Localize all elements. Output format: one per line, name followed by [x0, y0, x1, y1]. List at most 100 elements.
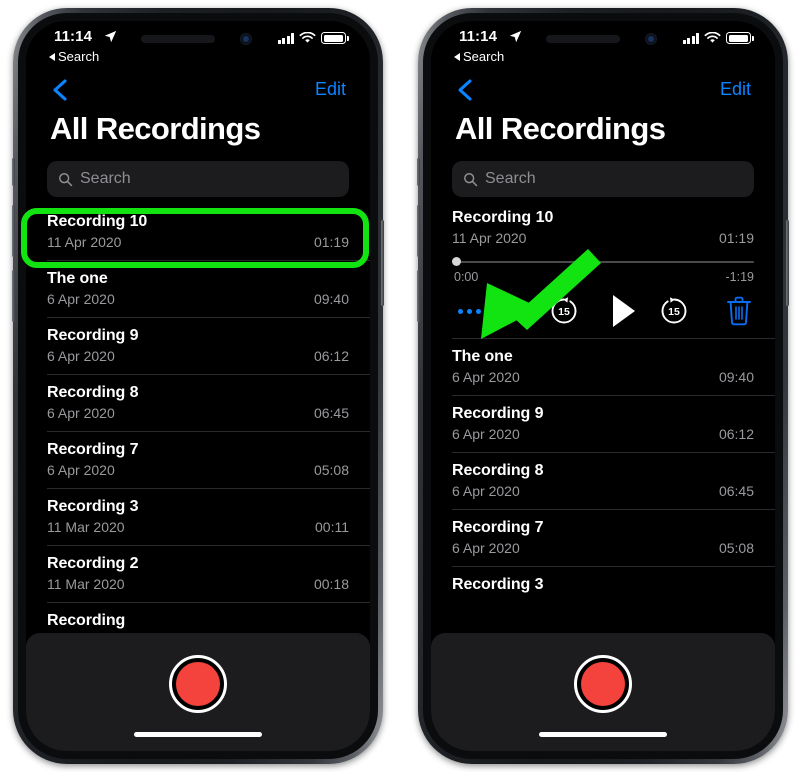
power-button[interactable] — [786, 220, 789, 306]
home-indicator[interactable] — [134, 732, 262, 737]
home-indicator[interactable] — [539, 732, 667, 737]
recording-date: 6 Apr 2020 — [452, 540, 520, 556]
recording-name: The one — [47, 270, 108, 287]
search-placeholder: Search — [485, 170, 536, 187]
phone-screen-right: 11:14 Search Edit All Recordings Search … — [431, 21, 775, 751]
row-separator — [47, 317, 370, 318]
power-button[interactable] — [381, 220, 384, 306]
playback-controls: 15 15 — [452, 288, 754, 338]
battery-icon — [321, 32, 349, 44]
row-separator — [47, 488, 370, 489]
play-icon[interactable] — [602, 292, 642, 330]
edit-button[interactable]: Edit — [720, 79, 751, 100]
recording-duration: 09:40 — [718, 369, 754, 385]
list-item[interactable]: Recording 8 6 Apr 2020 06:45 — [452, 452, 775, 509]
recording-date: 6 Apr 2020 — [47, 462, 115, 478]
list-item[interactable]: Recording 10 11 Apr 2020 01:19 — [47, 203, 349, 260]
phone-right: 11:14 Search Edit All Recordings Search … — [417, 8, 789, 764]
recording-name: Recording 2 — [47, 555, 139, 572]
forward-15-icon[interactable]: 15 — [657, 294, 691, 328]
svg-text:15: 15 — [668, 306, 680, 318]
recording-duration: 06:45 — [313, 405, 349, 421]
page-title: All Recordings — [455, 111, 666, 146]
recording-duration: 06:12 — [313, 348, 349, 364]
list-item[interactable]: Recording 3 11 Mar 2020 00:11 — [47, 488, 370, 545]
list-item[interactable]: Recording 3 — [452, 566, 775, 602]
recording-date: 6 Apr 2020 — [47, 291, 115, 307]
expanded-recording-player: Recording 10 11 Apr 2020 01:19 0:00 -1:1… — [452, 203, 754, 338]
list-item[interactable]: Recording 7 6 Apr 2020 05:08 — [452, 509, 775, 566]
svg-text:15: 15 — [558, 306, 570, 318]
recording-date: 11 Mar 2020 — [47, 519, 125, 535]
search-input[interactable]: Search — [452, 161, 754, 197]
chevron-left-icon[interactable] — [453, 77, 479, 103]
more-options-button[interactable] — [452, 302, 486, 320]
record-button[interactable] — [574, 655, 632, 713]
trash-icon[interactable] — [724, 294, 754, 328]
volume-up-button[interactable] — [12, 205, 15, 257]
player-header[interactable]: Recording 10 11 Apr 2020 01:19 — [452, 203, 754, 255]
list-item[interactable]: Recording 9 6 Apr 2020 06:12 — [452, 395, 775, 452]
recording-name: Recording 9 — [47, 327, 139, 344]
recording-name: Recording 3 — [452, 576, 544, 593]
row-separator — [452, 566, 775, 567]
chevron-left-icon[interactable] — [48, 77, 74, 103]
recording-date: 6 Apr 2020 — [452, 369, 520, 385]
list-item[interactable]: Recording 9 6 Apr 2020 06:12 — [47, 317, 370, 374]
recording-duration: 05:08 — [718, 540, 754, 556]
record-button[interactable] — [169, 655, 227, 713]
list-item[interactable]: Recording 8 6 Apr 2020 06:45 — [47, 374, 370, 431]
screenshot-stage: 11:14 Search Edit All Recordings Search … — [0, 0, 800, 772]
location-arrow-icon — [509, 30, 522, 43]
list-item[interactable]: Recording 7 6 Apr 2020 05:08 — [47, 431, 370, 488]
recording-duration: 06:45 — [718, 483, 754, 499]
scrubber-track — [452, 261, 754, 263]
back-app-label: Search — [463, 49, 505, 64]
recording-duration: 01:19 — [718, 230, 754, 246]
back-to-app-link[interactable]: Search — [49, 49, 99, 64]
record-bar — [431, 633, 775, 751]
cellular-signal-icon — [682, 33, 699, 44]
row-separator — [47, 602, 370, 603]
wifi-icon — [704, 32, 721, 43]
playback-scrubber[interactable] — [452, 257, 754, 266]
list-item[interactable]: Recording 2 11 Mar 2020 00:18 — [47, 545, 370, 602]
elapsed-time: 0:00 — [454, 270, 479, 284]
volume-down-button[interactable] — [417, 270, 420, 322]
navigation-bar: Edit — [431, 73, 775, 113]
status-bar: 11:14 Search — [431, 21, 775, 73]
status-time: 11:14 — [54, 28, 93, 45]
recording-duration: 06:12 — [718, 426, 754, 442]
recording-duration: 00:11 — [315, 519, 349, 535]
playback-times: 0:00 -1:19 — [452, 270, 754, 288]
status-indicators — [277, 32, 349, 44]
row-separator — [452, 338, 775, 339]
recording-name: Recording 7 — [452, 519, 544, 536]
search-input[interactable]: Search — [47, 161, 349, 197]
mute-switch[interactable] — [417, 158, 420, 186]
volume-down-button[interactable] — [12, 270, 15, 322]
recording-name: Recording 10 — [47, 213, 148, 230]
recording-name: Recording 3 — [47, 498, 139, 515]
recording-duration: 01:19 — [313, 234, 349, 250]
volume-up-button[interactable] — [417, 205, 420, 257]
mute-switch[interactable] — [12, 158, 15, 186]
back-app-label: Search — [58, 49, 100, 64]
list-item[interactable]: The one 6 Apr 2020 09:40 — [452, 338, 775, 395]
list-item[interactable]: The one 6 Apr 2020 09:40 — [47, 260, 370, 317]
rewind-15-icon[interactable]: 15 — [547, 294, 581, 328]
battery-icon — [726, 32, 754, 44]
recording-date: 11 Mar 2020 — [47, 576, 125, 592]
recording-duration: 05:08 — [313, 462, 349, 478]
row-separator — [452, 395, 775, 396]
recording-date: 6 Apr 2020 — [47, 405, 115, 421]
search-placeholder: Search — [80, 170, 131, 187]
back-to-app-link[interactable]: Search — [454, 49, 504, 64]
back-triangle-icon — [49, 52, 55, 61]
back-triangle-icon — [454, 52, 460, 61]
scrubber-knob[interactable] — [452, 257, 461, 266]
remaining-time: -1:19 — [725, 270, 755, 284]
edit-button[interactable]: Edit — [315, 79, 346, 100]
cellular-signal-icon — [277, 33, 294, 44]
record-bar — [26, 633, 370, 751]
